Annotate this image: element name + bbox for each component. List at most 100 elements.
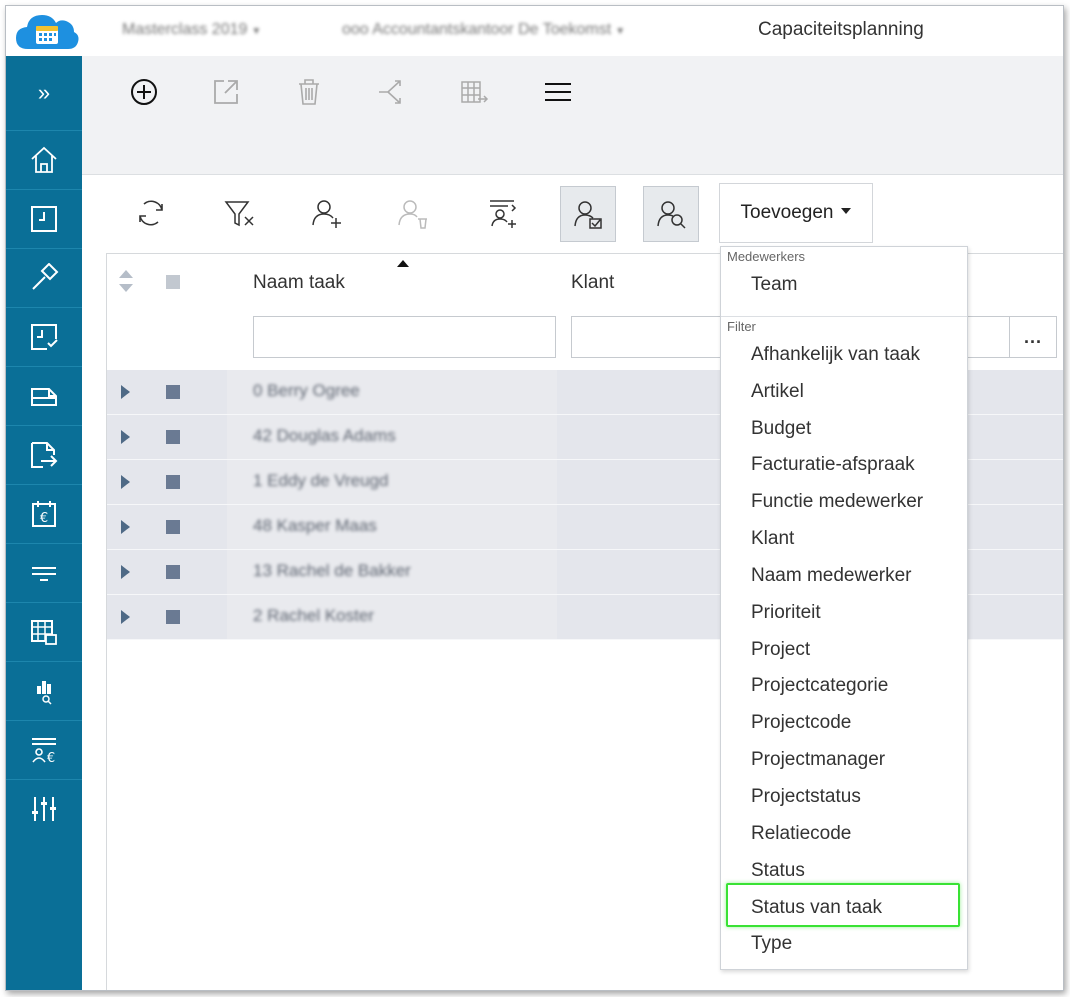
row-employee-name: 1 Eddy de Vreugd	[253, 471, 389, 490]
sidebar-item-approve-hours[interactable]	[6, 308, 82, 367]
menu-item-project-manager[interactable]: Projectmanager	[751, 749, 885, 771]
menu-item-project[interactable]: Project	[751, 639, 810, 661]
main-toolbar	[82, 56, 1063, 175]
chevron-down-icon: ▼	[615, 26, 626, 37]
employee-euro-icon: €	[32, 738, 56, 765]
sidebar-item-tasks[interactable]	[6, 249, 82, 308]
merge-icon	[379, 80, 401, 104]
refresh-icon	[139, 200, 163, 226]
expand-row-icon[interactable]	[121, 520, 130, 534]
menu-item-task-status[interactable]: Status van taak	[751, 897, 882, 919]
row-checkbox[interactable]	[166, 520, 180, 534]
remove-employee-button[interactable]	[385, 186, 439, 240]
row-checkbox[interactable]	[166, 385, 180, 399]
column-header-client[interactable]: Klant	[571, 272, 614, 294]
add-dropdown-menu: Medewerkers Team Filter Afhankelijk van …	[720, 246, 968, 970]
app-window: Masterclass 2019 ▼ ooo Accountantskantoor…	[5, 5, 1064, 991]
menu-item-priority[interactable]: Prioriteit	[751, 602, 821, 624]
menu-item-project-status[interactable]: Projectstatus	[751, 786, 861, 808]
task-name-filter-input[interactable]	[253, 316, 556, 358]
sidebar-item-invoices[interactable]	[6, 367, 82, 426]
reports-search-icon	[37, 681, 52, 705]
menu-item-team[interactable]: Team	[751, 274, 797, 296]
page-title: Capaciteitsplanning	[758, 19, 924, 40]
schedule-button[interactable]	[454, 72, 494, 112]
hamburger-menu-icon	[545, 83, 571, 101]
menu-button[interactable]	[538, 72, 578, 112]
remove-employee-icon	[398, 200, 427, 229]
menu-group-employees-label: Medewerkers	[727, 249, 806, 264]
row-employee-name: 48 Kasper Maas	[253, 516, 377, 535]
sidebar-item-hours[interactable]	[6, 190, 82, 249]
expand-row-icon[interactable]	[121, 565, 130, 579]
delete-button[interactable]	[289, 72, 329, 112]
sidebar-item-planning[interactable]	[6, 603, 82, 662]
clear-filter-button[interactable]	[213, 186, 267, 240]
breadcrumb-company[interactable]: ooo Accountantskantoor De Toekomst ▼	[342, 21, 625, 39]
menu-item-client[interactable]: Klant	[751, 528, 794, 550]
breadcrumb-company-label: ooo Accountantskantoor De Toekomst	[342, 21, 612, 38]
menu-item-article[interactable]: Artikel	[751, 381, 804, 403]
select-all-checkbox[interactable]	[166, 275, 180, 289]
menu-item-project-code[interactable]: Projectcode	[751, 712, 851, 734]
add-employee-button[interactable]	[299, 186, 353, 240]
add-dropdown-button[interactable]: Toevoegen	[719, 183, 873, 243]
row-checkbox[interactable]	[166, 475, 180, 489]
filter-lines-icon	[32, 567, 56, 581]
row-checkbox[interactable]	[166, 610, 180, 624]
sidebar-item-send-invoices[interactable]	[6, 426, 82, 485]
open-button[interactable]	[206, 72, 246, 112]
sidebar-item-budgets[interactable]: €	[6, 485, 82, 544]
add-dropdown-label: Toevoegen	[740, 202, 834, 223]
menu-item-employee-name[interactable]: Naam medewerker	[751, 565, 912, 587]
add-task-button[interactable]	[475, 186, 529, 240]
assign-employee-button[interactable]	[560, 186, 616, 242]
sidebar-item-filters[interactable]	[6, 544, 82, 603]
expand-row-icon[interactable]	[121, 430, 130, 444]
search-employee-button[interactable]	[643, 186, 699, 242]
row-checkbox[interactable]	[166, 430, 180, 444]
caret-down-icon	[841, 208, 852, 214]
menu-item-employee-function[interactable]: Functie medewerker	[751, 491, 923, 513]
home-icon	[31, 146, 57, 173]
app-logo-icon[interactable]	[14, 11, 80, 53]
add-employee-icon	[312, 200, 341, 228]
svg-text:€: €	[47, 751, 55, 765]
expand-row-icon[interactable]	[121, 475, 130, 489]
expand-row-icon[interactable]	[121, 385, 130, 399]
row-checkbox[interactable]	[166, 565, 180, 579]
breadcrumb-administration[interactable]: Masterclass 2019 ▼	[122, 21, 261, 39]
sidebar-item-employee-costs[interactable]: €	[6, 721, 82, 780]
svg-text:€: €	[40, 511, 48, 526]
row-employee-name: 0 Berry Ogree	[253, 381, 360, 400]
menu-item-budget[interactable]: Budget	[751, 418, 811, 440]
menu-item-project-category[interactable]: Projectcategorie	[751, 675, 888, 697]
invoice-icon	[31, 388, 57, 406]
menu-item-billing-agreement[interactable]: Facturatie-afspraak	[751, 454, 915, 476]
refresh-button[interactable]	[124, 186, 178, 240]
add-button[interactable]	[124, 72, 164, 112]
menu-item-dependent-task[interactable]: Afhankelijk van taak	[751, 344, 920, 366]
sidebar-item-home[interactable]	[6, 131, 82, 190]
planning-calendar-icon	[31, 620, 57, 645]
menu-item-relation-code[interactable]: Relatiecode	[751, 823, 851, 845]
row-employee-name: 2 Rachel Koster	[253, 606, 374, 625]
sort-arrows-icon[interactable]	[117, 268, 135, 294]
menu-item-status[interactable]: Status	[751, 860, 805, 882]
column-header-task-name[interactable]: Naam taak	[253, 272, 345, 294]
row-employee-name: 13 Rachel de Bakker	[253, 561, 411, 580]
sort-ascending-icon	[397, 260, 409, 267]
sidebar-item-reports[interactable]	[6, 662, 82, 721]
sidebar-item-settings[interactable]	[6, 780, 82, 838]
menu-group-filter-label: Filter	[727, 319, 756, 334]
sidebar: » € €	[6, 56, 82, 990]
more-options-button[interactable]: ...	[1009, 316, 1057, 358]
delete-icon	[299, 79, 319, 105]
expand-row-icon[interactable]	[121, 610, 130, 624]
hammer-icon	[32, 263, 59, 290]
menu-item-type[interactable]: Type	[751, 933, 792, 955]
sidebar-expand-button[interactable]: »	[6, 56, 82, 131]
open-external-icon	[214, 80, 238, 104]
row-employee-name: 42 Douglas Adams	[253, 426, 396, 445]
merge-button[interactable]	[372, 72, 412, 112]
